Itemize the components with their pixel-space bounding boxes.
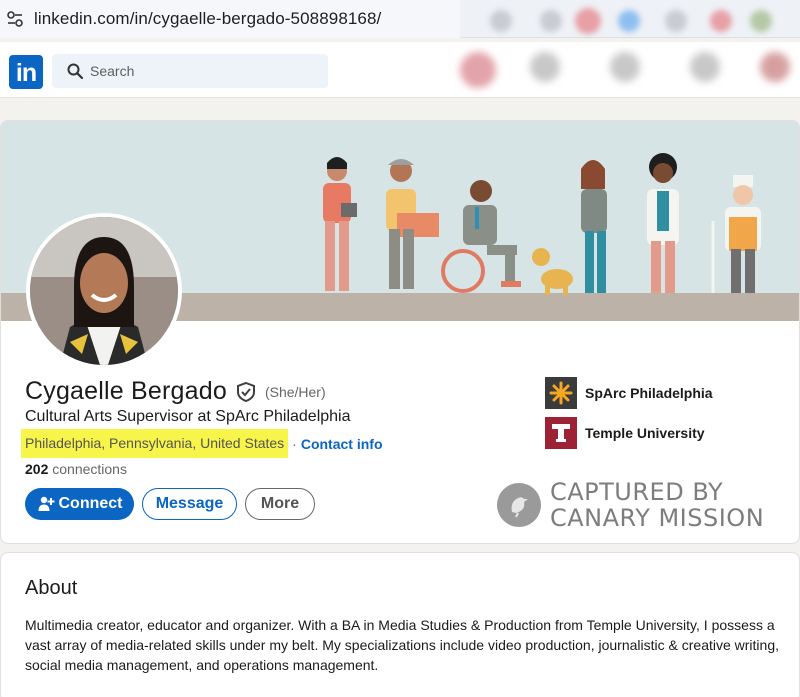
profile-headline: Cultural Arts Supervisor at SpArc Philad…: [25, 408, 351, 425]
name-row: Cygaelle Bergado (She/Her): [25, 377, 326, 406]
connect-button[interactable]: Connect: [25, 488, 134, 520]
site-settings-icon[interactable]: [6, 10, 24, 28]
linkedin-navbar: in: [0, 42, 800, 98]
about-section: About Multimedia creator, educator and o…: [0, 552, 800, 697]
watermark-line-2: CANARY MISSION: [550, 504, 765, 532]
canary-bird-icon: [497, 483, 541, 527]
watermark-text: CAPTURED BY CANARY MISSION: [550, 479, 764, 531]
address-field[interactable]: linkedin.com/in/cygaelle-bergado-5088981…: [0, 0, 460, 38]
more-button[interactable]: More: [245, 488, 315, 520]
profile-name: Cygaelle Bergado: [25, 377, 227, 405]
browser-address-bar[interactable]: linkedin.com/in/cygaelle-bergado-5088981…: [0, 0, 800, 38]
org-name: Temple University: [585, 425, 705, 441]
url-text: linkedin.com/in/cygaelle-bergado-5088981…: [34, 9, 382, 28]
temple-logo-icon: [545, 417, 577, 449]
browser-toolbar-blurred: [470, 0, 800, 38]
connections-number: 202: [25, 461, 49, 477]
profile-actions: Connect Message More: [25, 488, 315, 520]
contact-info-link[interactable]: Contact info: [301, 436, 383, 452]
about-title: About: [25, 577, 78, 599]
pronouns: (She/Her): [264, 383, 326, 400]
watermark-line-1: CAPTURED BY: [550, 478, 724, 506]
connect-label: Connect: [58, 495, 123, 512]
profile-card: Cygaelle Bergado (She/Her) Cultural Arts…: [0, 120, 800, 544]
search-input[interactable]: [90, 54, 310, 88]
add-person-icon: [38, 496, 54, 511]
search-icon: [67, 63, 84, 80]
canary-mission-watermark: CAPTURED BY CANARY MISSION: [497, 479, 764, 531]
about-text: Multimedia creator, educator and organiz…: [25, 617, 779, 673]
verified-shield-icon[interactable]: [235, 381, 257, 403]
profile-photo[interactable]: [26, 213, 182, 369]
org-name: SpArc Philadelphia: [585, 385, 713, 401]
message-button[interactable]: Message: [142, 488, 237, 520]
nav-items-blurred: [450, 42, 800, 98]
connections-count[interactable]: 202 connections: [25, 461, 127, 477]
location-row: Philadelphia, Pennsylvania, United State…: [21, 429, 383, 458]
org-temple-university[interactable]: Temple University: [545, 417, 705, 449]
sparc-logo-icon: [545, 377, 577, 409]
profile-location: Philadelphia, Pennsylvania, United State…: [21, 429, 289, 458]
org-sparc-philadelphia[interactable]: SpArc Philadelphia: [545, 377, 713, 409]
linkedin-logo[interactable]: in: [9, 55, 43, 89]
search-box[interactable]: [52, 54, 328, 88]
separator-dot: ·: [292, 435, 297, 452]
connections-label: connections: [52, 461, 127, 477]
